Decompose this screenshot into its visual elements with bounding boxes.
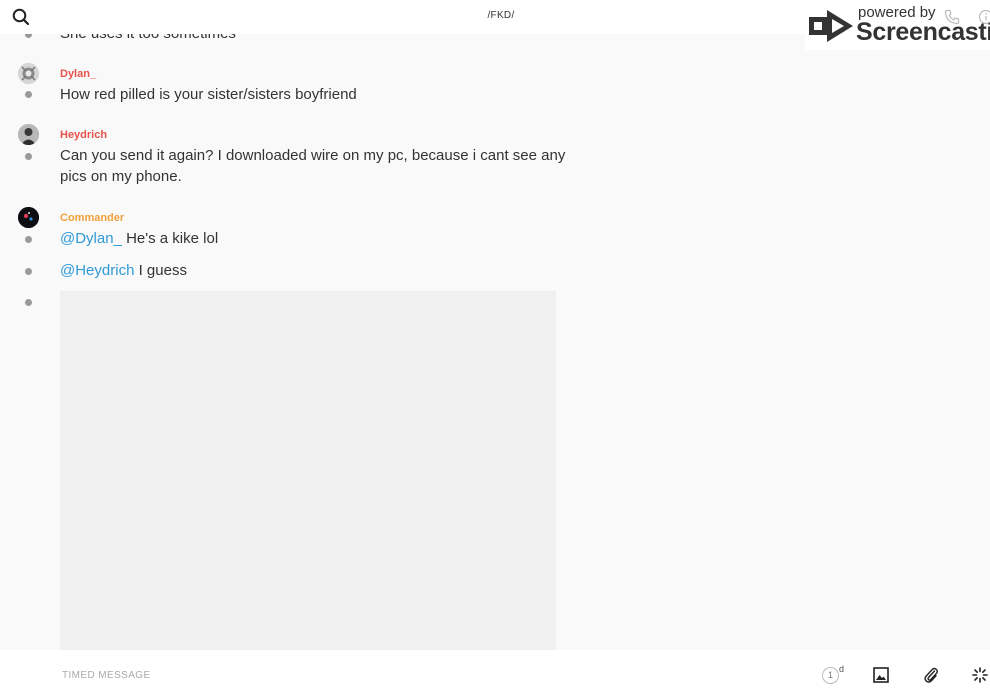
message-dot — [25, 268, 32, 275]
message-text: She uses it too sometimes — [60, 34, 236, 44]
image-icon[interactable] — [873, 667, 889, 683]
message-input[interactable] — [62, 665, 762, 685]
message-text: @Dylan_ He's a kike lol — [60, 228, 218, 249]
avatar-dylan[interactable] — [18, 63, 39, 84]
timer-unit: d — [839, 664, 845, 674]
image-attachment-placeholder[interactable] — [60, 291, 556, 650]
avatar-heydrich[interactable] — [18, 124, 39, 145]
message-text: @Heydrich I guess — [60, 260, 187, 281]
sender-name[interactable]: Heydrich — [60, 129, 107, 141]
message-dot — [25, 91, 32, 98]
watermark-brand: Screencastify — [856, 18, 990, 46]
message-text-line: Can you send it again? I downloaded wire… — [60, 147, 566, 164]
message-dot — [25, 34, 32, 38]
message-body: He's a kike lol — [121, 230, 219, 247]
message-dot — [25, 299, 32, 306]
paperclip-icon[interactable] — [923, 666, 939, 684]
screencastify-logo — [809, 10, 853, 42]
mention[interactable]: @Dylan_ — [60, 230, 122, 247]
message-dot — [25, 153, 32, 160]
avatar-commander[interactable] — [18, 207, 39, 228]
ping-icon[interactable] — [972, 667, 988, 683]
mention[interactable]: @Heydrich — [60, 262, 134, 279]
message-text: How red pilled is your sister/sisters bo… — [60, 86, 357, 103]
timer-button[interactable]: 1 d — [820, 664, 846, 688]
message-text-line: pics on my phone. — [60, 168, 182, 185]
info-icon[interactable] — [978, 9, 990, 25]
sender-name[interactable]: Dylan_ — [60, 68, 96, 80]
message-dot — [25, 236, 32, 243]
composer-bar: 1 d — [0, 650, 990, 700]
message-list: She uses it too sometimes Dylan_ How red… — [0, 34, 990, 650]
sender-name[interactable]: Commander — [60, 212, 124, 224]
message-body: I guess — [134, 262, 187, 279]
timer-value: 1 — [827, 670, 833, 680]
phone-icon[interactable] — [944, 9, 960, 25]
